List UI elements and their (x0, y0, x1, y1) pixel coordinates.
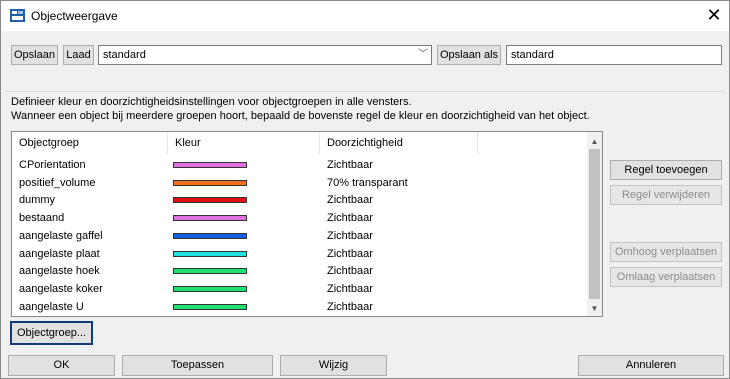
move-up-button[interactable]: Omhoog verplaatsen (610, 242, 722, 262)
column-header-transparency[interactable]: Doorzichtigheid (320, 132, 478, 154)
separator (5, 91, 725, 92)
description-line-1: Definieer kleur en doorzichtigheidsinste… (11, 96, 412, 108)
table-row[interactable]: bestaand Zichtbaar (12, 210, 588, 228)
remove-rule-button[interactable]: Regel verwijderen (610, 185, 722, 205)
objectgroup-cell: aangelaste plaat (19, 247, 100, 260)
objectgroup-cell: dummy (19, 194, 56, 207)
scroll-thumb[interactable] (589, 149, 600, 299)
window-title: Objectweergave (31, 9, 118, 23)
preset-combo-value: standard (103, 49, 146, 61)
cancel-button[interactable]: Annuleren (578, 355, 724, 376)
transparency-cell: 70% transparant (327, 176, 408, 189)
color-swatch[interactable] (173, 162, 247, 168)
scroll-up-icon[interactable]: ▲ (587, 134, 602, 149)
objectgroup-cell: positief_volume (19, 176, 96, 189)
description-line-2: Wanneer een object bij meerdere groepen … (11, 110, 590, 122)
color-swatch[interactable] (173, 268, 247, 275)
objectgroup-cell: aangelaste gaffel (19, 229, 103, 242)
title-bar: Objectweergave ✕ (1, 1, 729, 31)
save-button[interactable]: Opslaan (11, 45, 58, 65)
objectgroup-cell: aangelaste hoek (19, 265, 100, 278)
color-swatch[interactable] (173, 197, 247, 204)
objectgroup-cell: aangelaste koker (19, 282, 103, 295)
apply-button[interactable]: Toepassen (122, 355, 273, 376)
close-icon[interactable]: ✕ (699, 1, 729, 31)
column-header-objectgroup[interactable]: Objectgroep (12, 132, 168, 154)
load-button[interactable]: Laad (63, 45, 94, 65)
table-row[interactable]: aangelaste koker Zichtbaar (12, 281, 588, 299)
table-row[interactable]: dummy Zichtbaar (12, 192, 588, 210)
transparency-cell: Zichtbaar (327, 229, 373, 242)
preset-combo[interactable]: standard ﹀ (98, 45, 432, 65)
objectgroup-cell: aangelaste U (19, 300, 84, 313)
table-row[interactable]: aangelaste gaffel Zichtbaar (12, 228, 588, 246)
add-rule-button[interactable]: Regel toevoegen (610, 160, 722, 180)
save-as-button[interactable]: Opslaan als (437, 45, 501, 65)
transparency-cell: Zichtbaar (327, 194, 373, 207)
objectgroup-table[interactable]: Objectgroep Kleur Doorzichtigheid CPorie… (11, 131, 603, 317)
chevron-down-icon[interactable]: ﹀ (418, 46, 428, 64)
color-swatch[interactable] (173, 250, 247, 257)
table-row[interactable]: aangelaste hoek Zichtbaar (12, 263, 588, 281)
transparency-cell: Zichtbaar (327, 300, 373, 313)
modify-button[interactable]: Wijzig (280, 355, 387, 376)
save-as-name-input[interactable]: standard (506, 45, 722, 65)
table-row[interactable]: CPorientation Zichtbaar (12, 157, 588, 175)
color-swatch[interactable] (173, 179, 247, 186)
objectgroup-cell: bestaand (19, 212, 65, 225)
move-down-button[interactable]: Omlaag verplaatsen (610, 267, 722, 287)
color-swatch[interactable] (173, 215, 247, 222)
transparency-cell: Zichtbaar (327, 265, 373, 278)
table-row[interactable]: aangelaste U Zichtbaar (12, 299, 588, 316)
transparency-cell: Zichtbaar (327, 159, 373, 171)
column-header-color[interactable]: Kleur (168, 132, 320, 154)
objectgroup-cell: CPorientation (19, 159, 86, 171)
vertical-scrollbar[interactable]: ▲ ▼ (587, 132, 602, 316)
table-row[interactable]: positief_volume 70% transparant (12, 175, 588, 193)
color-swatch[interactable] (173, 232, 247, 239)
app-icon (10, 9, 25, 22)
color-swatch[interactable] (173, 285, 247, 292)
color-swatch[interactable] (173, 303, 247, 310)
dialog-window: Objectweergave ✕ Opslaan Laad standard ﹀… (0, 0, 730, 379)
table-row[interactable]: aangelaste plaat Zichtbaar (12, 246, 588, 264)
objectgroup-button[interactable]: Objectgroep... (10, 321, 93, 345)
transparency-cell: Zichtbaar (327, 212, 373, 225)
transparency-cell: Zichtbaar (327, 247, 373, 260)
transparency-cell: Zichtbaar (327, 282, 373, 295)
ok-button[interactable]: OK (8, 355, 115, 376)
scroll-down-icon[interactable]: ▼ (587, 301, 602, 316)
